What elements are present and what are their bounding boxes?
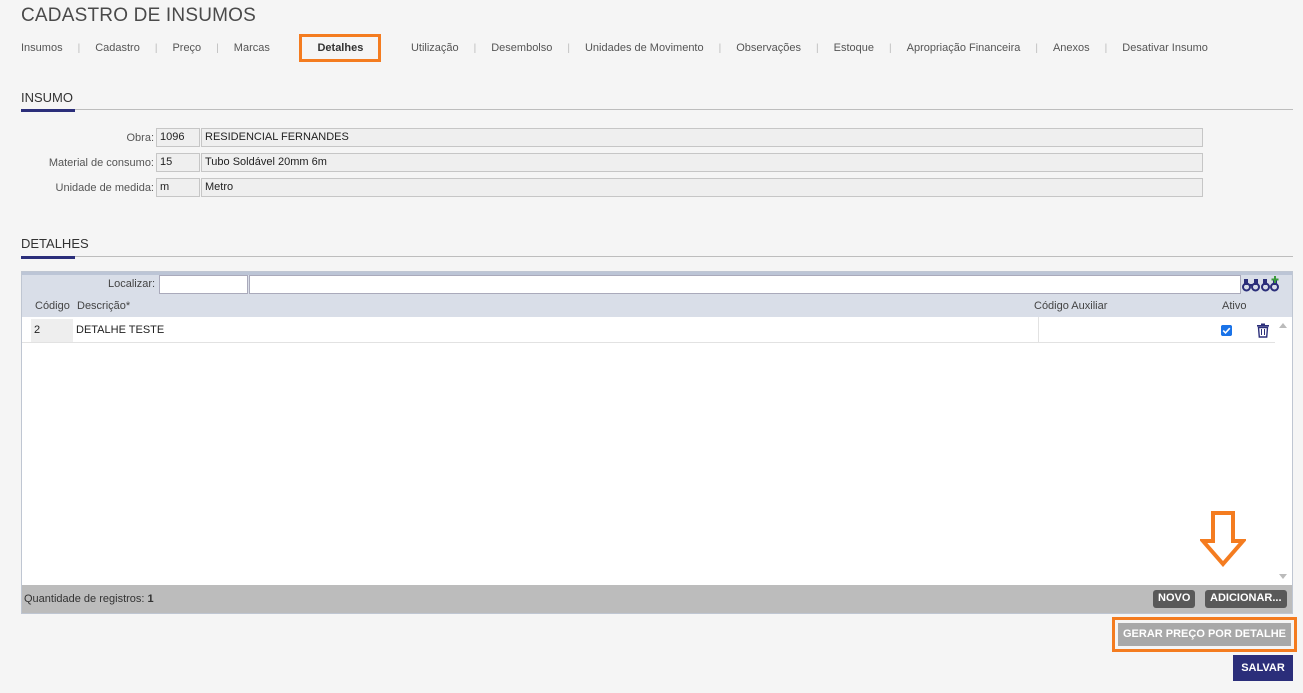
tab-separator: | — [77, 42, 81, 54]
cell-codigo[interactable]: 2 — [31, 319, 73, 342]
binoculars-icon[interactable] — [1242, 276, 1260, 293]
section-title-detalhes: DETALHES — [21, 236, 89, 251]
cell-descricao[interactable]: DETALHE TESTE — [76, 324, 164, 336]
tab-unidades-de-movimento[interactable]: Unidades de Movimento — [585, 42, 704, 54]
tab-detalhes[interactable]: Detalhes — [299, 34, 382, 62]
tab-separator: | — [567, 42, 570, 54]
tab-apropriacao-financeira[interactable]: Apropriação Financeira — [907, 42, 1021, 54]
section-divider — [21, 256, 1293, 257]
unidade-row: Unidade de medida: m Metro — [0, 178, 1204, 197]
search-label: Localizar: — [108, 278, 156, 290]
material-row: Material de consumo: 15 Tubo Soldável 20… — [0, 153, 1204, 172]
cell-divider — [1038, 317, 1039, 343]
column-header-ativo[interactable]: Ativo — [1222, 300, 1246, 312]
section-title-insumo: INSUMO — [21, 90, 73, 105]
search-input-code[interactable] — [159, 275, 248, 294]
tab-separator: | — [889, 42, 892, 54]
tab-separator: | — [1035, 42, 1038, 54]
adicionar-button[interactable]: ADICIONAR... — [1205, 590, 1287, 608]
tab-utilizacao[interactable]: Utilização — [411, 42, 459, 54]
grid-footer: Quantidade de registros: 1 NOVO ADICIONA… — [22, 585, 1292, 613]
trash-icon[interactable] — [1256, 323, 1270, 338]
section-underline — [21, 256, 75, 259]
column-header-codigo[interactable]: Código — [35, 300, 70, 312]
tab-separator: | — [816, 42, 819, 54]
tab-anexos[interactable]: Anexos — [1053, 42, 1090, 54]
tab-marcas[interactable]: Marcas — [234, 42, 270, 54]
gerar-preco-highlight: GERAR PREÇO POR DETALHE — [1112, 617, 1297, 652]
unidade-code-field: m — [156, 178, 200, 197]
record-count-value: 1 — [147, 593, 154, 605]
grid-scrollbar[interactable] — [1274, 317, 1292, 585]
scroll-down-icon[interactable] — [1279, 574, 1287, 579]
unidade-label: Unidade de medida: — [55, 181, 154, 194]
page-title: CADASTRO DE INSUMOS — [21, 5, 256, 26]
tab-preco[interactable]: Preço — [172, 42, 201, 54]
tab-separator: | — [216, 42, 219, 54]
tab-desembolso[interactable]: Desembolso — [491, 42, 552, 54]
tab-separator: | — [718, 42, 722, 54]
section-underline — [21, 109, 75, 112]
tab-cadastro[interactable]: Cadastro — [95, 42, 140, 54]
tab-estoque[interactable]: Estoque — [834, 42, 874, 54]
obra-name-field: RESIDENCIAL FERNANDES — [201, 128, 1203, 147]
tab-separator: | — [154, 42, 158, 54]
material-name-field: Tubo Soldável 20mm 6m — [201, 153, 1203, 172]
section-divider — [21, 109, 1293, 110]
tab-separator: | — [473, 42, 477, 54]
table-row[interactable]: 2 DETALHE TESTE — [22, 317, 1275, 343]
material-code-field: 15 — [156, 153, 200, 172]
tab-observacoes[interactable]: Observações — [736, 42, 801, 54]
obra-code-field: 1096 — [156, 128, 200, 147]
tab-desativar-insumo[interactable]: Desativar Insumo — [1122, 42, 1208, 54]
arrow-down-icon — [1200, 511, 1246, 567]
search-input-text[interactable] — [249, 275, 1241, 294]
material-label: Material de consumo: — [48, 156, 154, 169]
record-count: Quantidade de registros: 1 — [24, 593, 154, 605]
detalhes-grid: Localizar: Código Descrição* Código Auxi… — [21, 271, 1293, 614]
record-count-label: Quantidade de registros: — [24, 593, 145, 605]
column-header-codigo-auxiliar[interactable]: Código Auxiliar — [1034, 300, 1107, 312]
tab-insumos[interactable]: Insumos — [21, 42, 63, 54]
novo-button[interactable]: NOVO — [1153, 590, 1196, 608]
salvar-button[interactable]: SALVAR — [1233, 655, 1293, 681]
obra-label: Obra: — [126, 131, 154, 144]
grid-search-bar: Localizar: — [22, 272, 1292, 296]
tab-bar: Insumos | Cadastro | Preço | Marcas | De… — [21, 34, 1208, 62]
column-header-descricao[interactable]: Descrição* — [77, 300, 130, 312]
scroll-up-icon[interactable] — [1279, 323, 1287, 328]
unidade-name-field: Metro — [201, 178, 1203, 197]
checkbox-checked-icon[interactable] — [1221, 325, 1232, 336]
binoculars-plus-icon[interactable] — [1261, 276, 1279, 293]
grid-header: Código Descrição* Código Auxiliar Ativo — [22, 296, 1292, 317]
gerar-preco-button[interactable]: GERAR PREÇO POR DETALHE — [1118, 623, 1291, 646]
obra-row: Obra: 1096 RESIDENCIAL FERNANDES — [0, 128, 1204, 147]
tab-separator: | — [1104, 42, 1108, 54]
